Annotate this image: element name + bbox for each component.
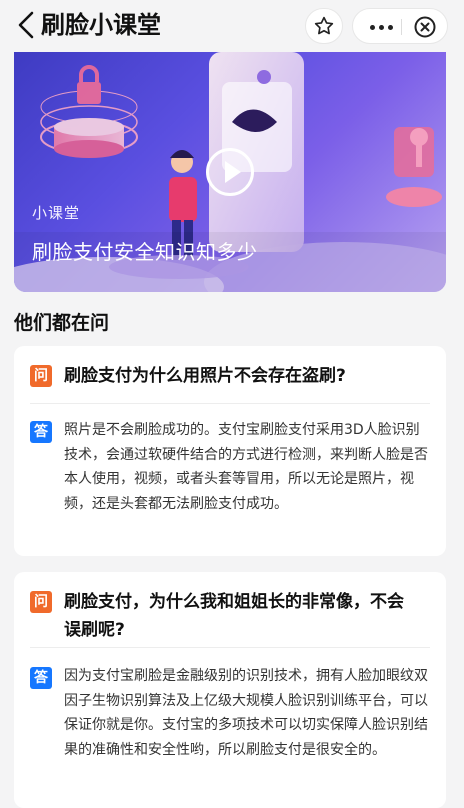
- close-circle-icon: [414, 16, 436, 38]
- answer-badge: 答: [30, 421, 52, 443]
- back-arrow-icon[interactable]: [12, 10, 40, 40]
- close-button[interactable]: [411, 15, 439, 39]
- question-badge: 问: [30, 591, 52, 613]
- top-bar: 刷脸小课堂: [0, 0, 464, 52]
- question-badge: 问: [30, 365, 52, 387]
- more-dot-icon: [378, 24, 384, 30]
- answer-text: 因为支付宝刷脸是金融级别的识别技术，拥有人脸加眼纹双因子生物识别算法及上亿级大规…: [64, 668, 428, 758]
- answer-text: 照片是不会刷脸成功的。支付宝刷脸支付采用3D人脸识别技术，会通过软硬件结合的方式…: [64, 422, 428, 512]
- capsule-divider: [401, 19, 402, 35]
- section-title: 他们都在问: [14, 312, 110, 334]
- qa-card: 问 刷脸支付，为什么我和姐姐长的非常像，不会误刷呢? 答 因为支付宝刷脸是金融级…: [14, 572, 446, 808]
- star-icon: [314, 16, 334, 35]
- question-text: 刷脸支付为什么用照片不会存在盗刷?: [64, 366, 346, 386]
- banner-title: 刷脸支付安全知识知多少: [32, 240, 258, 264]
- video-banner[interactable]: 小课堂 刷脸支付安全知识知多少: [14, 52, 446, 292]
- more-button[interactable]: [363, 15, 399, 39]
- qa-divider: [30, 403, 430, 404]
- qa-card: 问 刷脸支付为什么用照片不会存在盗刷? 答 照片是不会刷脸成功的。支付宝刷脸支付…: [14, 346, 446, 556]
- banner-subtitle: 小课堂: [32, 204, 81, 222]
- play-button[interactable]: [206, 148, 254, 196]
- mini-program-capsule: [352, 8, 448, 44]
- qa-divider: [30, 647, 430, 648]
- more-dot-icon: [369, 24, 375, 30]
- page-title: 刷脸小课堂: [41, 11, 161, 39]
- question-text: 刷脸支付，为什么我和姐姐长的非常像，不会误刷呢?: [64, 592, 404, 640]
- play-icon: [224, 161, 241, 183]
- favorite-button[interactable]: [305, 8, 343, 44]
- more-dot-icon: [387, 24, 393, 30]
- answer-badge: 答: [30, 667, 52, 689]
